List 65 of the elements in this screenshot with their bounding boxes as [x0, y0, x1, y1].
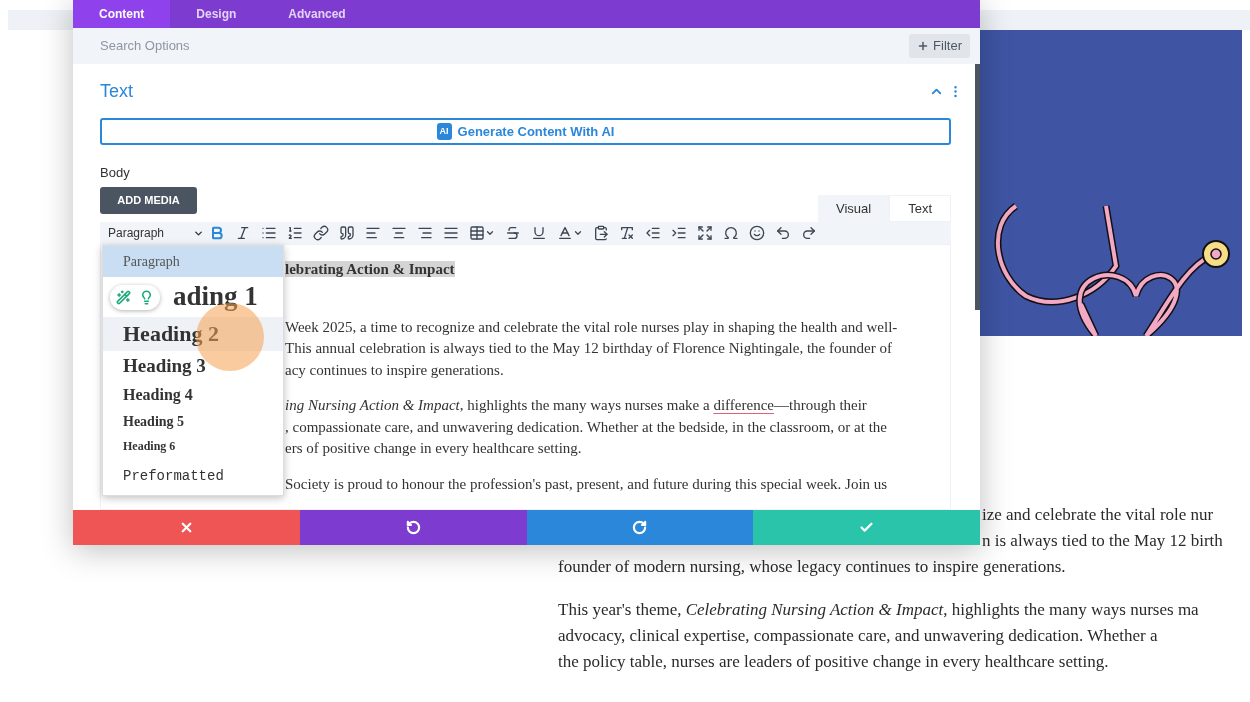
add-media-button[interactable]: ADD MEDIA	[100, 187, 197, 214]
filter-button[interactable]: Filter	[909, 34, 970, 58]
caret-icon	[573, 228, 583, 238]
editor-text-line: This annual celebration is always tied to the May 12 birthday of Florence Nightingale, the founder of	[285, 340, 892, 356]
editor-heading: lebrating Action & Impact	[285, 261, 455, 277]
body-label: Body	[100, 165, 131, 181]
page-text-line: the policy table, nurses are leaders of positive change in every healthcare setting.	[558, 652, 1109, 671]
justify-icon	[443, 225, 459, 241]
page-text-line: founder of modern nursing, whose legacy continues to inspire generations.	[558, 557, 1066, 576]
bold-icon	[209, 225, 225, 241]
clear-formatting-icon	[619, 225, 635, 241]
align-left-icon	[365, 225, 381, 241]
italic-icon	[235, 225, 251, 241]
generate-ai-button[interactable]: AI Generate Content With AI	[100, 118, 951, 145]
fullscreen-icon	[697, 225, 713, 241]
undo-icon	[405, 520, 421, 535]
modal-tab[interactable]: Design	[170, 0, 263, 28]
strikethrough-icon	[505, 225, 521, 241]
format-option[interactable]: Heading 4	[103, 381, 283, 409]
indent-icon	[671, 225, 687, 241]
special-character-icon	[723, 225, 739, 241]
outdent-icon	[645, 225, 661, 241]
plus-icon	[917, 40, 930, 52]
format-option[interactable]: Paragraph	[103, 246, 283, 277]
page-text-line: advocacy, clinical expertise, compassionate care, and unwavering dedication. Whether a	[558, 626, 1158, 645]
format-option[interactable]: Heading 5	[103, 409, 283, 435]
modal-tab[interactable]: Content	[73, 0, 171, 28]
bullet-list-icon	[261, 225, 277, 241]
link-icon	[313, 225, 329, 241]
editor-text-line: ing Nursing Action & Impact, highlights the many ways nurses make a difference—through their	[285, 397, 867, 413]
format-option[interactable]: Heading 3	[103, 351, 283, 381]
editor-text-line: Society is proud to honour the profession's past, present, and future during this special week. Join us	[285, 475, 888, 492]
format-select[interactable]: Paragraph	[104, 224, 204, 242]
magic-pen-icon[interactable]	[116, 290, 131, 305]
emoji-icon	[749, 225, 765, 241]
blockquote-icon	[339, 225, 355, 241]
format-option[interactable]: ading 1	[103, 277, 283, 317]
align-right-icon	[417, 225, 433, 241]
search-field[interactable]: Search Options	[100, 36, 400, 56]
module-title: Text	[100, 79, 133, 103]
format-option[interactable]: Preformatted	[103, 459, 283, 495]
caret-icon	[485, 228, 495, 238]
checkmark-icon	[859, 520, 875, 535]
ai-badge: AI	[436, 122, 452, 141]
scrollbar[interactable]	[975, 64, 980, 310]
underline-icon	[531, 225, 547, 241]
text-color-icon	[557, 225, 573, 241]
numbered-list-icon	[287, 225, 303, 241]
editor-text-line: ers of positive change in every healthcare setting.	[285, 440, 582, 456]
table-icon	[469, 225, 485, 241]
editor-text-line: , compassionate care, and unwavering dedication. Whether at the bedside, in the classroom, or at the	[285, 418, 887, 435]
lightbulb-icon[interactable]	[139, 290, 154, 305]
page-text-line: ize and celebrate the vital role nur	[982, 505, 1214, 524]
modal-tab[interactable]: Advanced	[262, 0, 372, 28]
format-option[interactable]: Heading 6	[103, 435, 283, 459]
editor-text-line: Week 2025, a time to recognize and celebrate the vital role nurses play in shaping the health and well-	[285, 318, 898, 335]
redo-icon	[632, 520, 648, 535]
editor-tab[interactable]: Visual	[817, 195, 890, 222]
editor-text-line: acy continues to inspire generations.	[285, 361, 504, 378]
editor-tab[interactable]: Text	[889, 195, 951, 222]
format-option[interactable]: Heading 2	[103, 317, 283, 351]
page-text-line: This year's theme, Celebrating Nursing Action & Impact, highlights the many ways nurses ma	[558, 600, 1199, 619]
paste-text-icon	[593, 225, 609, 241]
align-center-icon	[391, 225, 407, 241]
page-text-line: n is always tied to the May 12 birth	[982, 531, 1223, 550]
